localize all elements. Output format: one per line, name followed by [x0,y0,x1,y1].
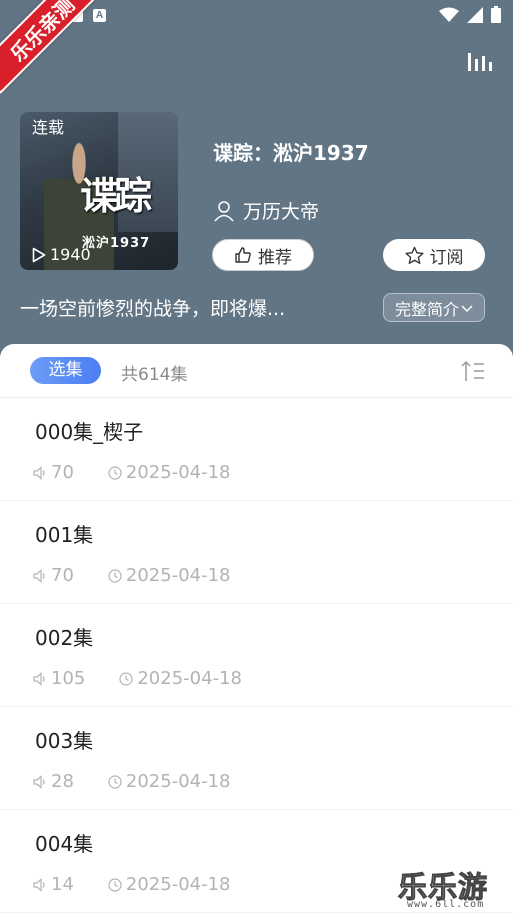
episode-date: 2025-04-18 [137,668,242,689]
wifi-icon [439,7,459,22]
thumbs-up-icon [235,247,251,263]
battery-icon [491,6,501,23]
cover-subtitle-art: 淞沪1937 [82,236,151,251]
volume-icon [33,774,45,789]
clock-icon [119,671,133,686]
episode-item[interactable]: 003集 28 2025-04-18 [0,707,513,810]
watermark-url: www.6ll.com [407,899,485,910]
clock-icon [108,465,122,480]
episode-sheet: 选集 共614集 000集_楔子 70 2025-04-18 001集 70 2… [0,344,513,913]
serial-status-tag: 连载 [32,118,65,137]
episode-item[interactable]: 000集_楔子 70 2025-04-18 [0,398,513,501]
episode-item[interactable]: 002集 105 2025-04-18 [0,604,513,707]
episode-total: 共614集 [121,365,188,385]
episode-title: 002集 [35,626,94,650]
episode-title: 000集_楔子 [35,420,144,444]
clock-icon [108,877,122,892]
episode-plays: 28 [51,771,74,792]
episode-title: 003集 [35,729,94,753]
volume-icon [33,465,45,480]
volume-icon [33,877,45,892]
episode-title: 001集 [35,523,94,547]
subscribe-label: 订阅 [429,247,464,268]
star-icon [404,246,424,264]
episode-plays: 70 [51,462,74,483]
signal-icon [467,6,483,23]
subscribe-button[interactable]: 订阅 [383,239,485,271]
book-description: 一场空前惨烈的战争，即将爆... [20,298,286,320]
author-name: 万历大帝 [243,201,320,223]
play-count-value: 1940 [50,245,91,264]
system-icons [439,6,501,23]
episode-date: 2025-04-18 [125,565,231,586]
author-row[interactable]: 万历大帝 [213,197,319,224]
episode-meta: 14 2025-04-18 [33,874,265,895]
volume-icon [33,568,45,583]
episode-item[interactable]: 001集 70 2025-04-18 [0,501,513,604]
clock-icon [108,774,122,789]
episode-plays: 105 [51,668,86,689]
full-intro-button[interactable]: 完整简介 [383,293,485,322]
volume-icon [33,671,45,686]
cover-title-art: 谍踪 [80,173,152,218]
episode-plays: 14 [51,874,74,895]
episode-date: 2025-04-18 [125,771,231,792]
user-icon [214,200,234,221]
episode-date: 2025-04-18 [125,874,231,895]
episode-plays: 70 [51,565,74,586]
recommend-button[interactable]: 推荐 [212,239,314,271]
episode-title: 004集 [35,832,94,856]
cover-play-count: 1940 [32,245,91,264]
episode-meta: 105 2025-04-18 [33,668,276,689]
episode-meta: 28 2025-04-18 [33,771,265,792]
book-title: 谍踪：淞沪1937 [213,141,369,165]
episode-tabbar: 选集 共614集 [0,344,513,398]
ranking-chart-button[interactable] [465,50,493,74]
clock-icon [108,568,122,583]
sort-icon [461,360,484,381]
episode-date: 2025-04-18 [125,462,231,483]
keyboard-a-icon: A [93,9,106,22]
full-intro-label: 完整简介 [394,299,459,319]
chart-icon [468,53,492,71]
sort-button[interactable] [460,359,486,383]
book-header: A 连载 谍踪 淞沪1937 1940 谍踪：淞沪1937 万历大帝 推荐 订阅… [0,0,513,360]
chevron-down-icon [461,304,473,312]
episode-meta: 70 2025-04-18 [33,462,265,483]
tab-episodes[interactable]: 选集 [30,357,101,384]
play-icon [32,247,46,262]
episode-meta: 70 2025-04-18 [33,565,265,586]
recommend-label: 推荐 [258,247,292,268]
